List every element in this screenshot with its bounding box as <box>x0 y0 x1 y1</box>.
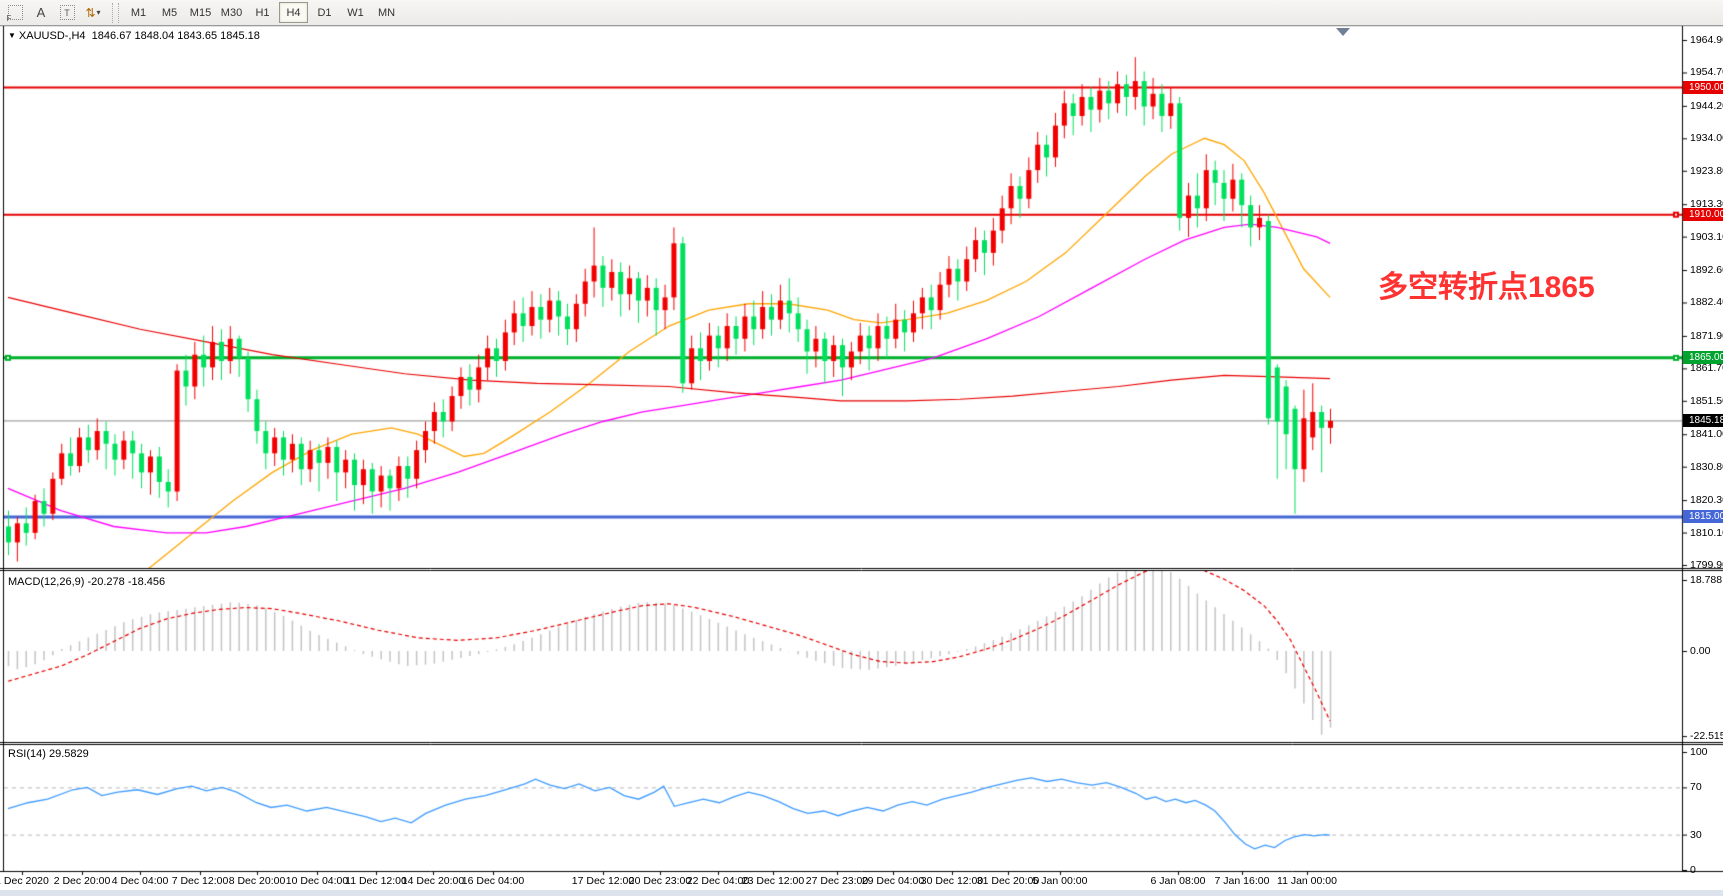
rsi-tick-label: 0 <box>1690 864 1696 876</box>
time-tick-label: 11 Dec 12:00 <box>345 875 407 887</box>
price-tick-label: 1882.40 <box>1690 296 1723 308</box>
price-tag-1815.00: 1815.00 <box>1683 510 1723 523</box>
chart-text-annotation[interactable]: 多空转折点1865 <box>1378 262 1595 306</box>
ohlc-values: 1846.67 1848.04 1843.65 1845.18 <box>92 30 260 42</box>
text-a-icon[interactable]: A <box>30 3 52 23</box>
macd-tick-label: -22.515 <box>1690 730 1723 742</box>
timeframe-button-m5[interactable]: M5 <box>155 2 184 23</box>
price-tick-label: 1944.20 <box>1690 100 1723 112</box>
time-tick-label: 22 Dec 04:00 <box>687 875 749 887</box>
time-tick-label: 11 Jan 00:00 <box>1277 875 1337 887</box>
time-tick-label: 29 Dec 04:00 <box>862 875 924 887</box>
macd-tick-label: 18.788 <box>1690 574 1722 586</box>
price-tick-label: 1871.90 <box>1690 330 1723 342</box>
time-tick-label: 5 Jan 00:00 <box>1033 875 1088 887</box>
price-tick-label: 1799.90 <box>1690 559 1723 571</box>
macd-panel-title: MACD(12,26,9) -20.278 -18.456 <box>8 576 165 588</box>
time-tick-label: 31 Dec 20:00 <box>977 875 1039 887</box>
time-tick-label: 8 Dec 20:00 <box>229 875 286 887</box>
price-tag-1865.00: 1865.00 <box>1683 351 1723 364</box>
window-bottom-edge <box>0 890 1723 896</box>
rsi-tick-label: 100 <box>1690 746 1708 758</box>
chart-shift-marker-icon[interactable] <box>1336 28 1350 36</box>
price-tick-label: 1903.10 <box>1690 231 1723 243</box>
time-tick-label: 16 Dec 04:00 <box>462 875 524 887</box>
timeframe-button-m30[interactable]: M30 <box>217 2 246 23</box>
toolbar: F A T ⇅ ▾ M1M5M15M30H1H4D1W1MN <box>0 0 1723 26</box>
price-tick-label: 1841.00 <box>1690 428 1723 440</box>
grid-f-icon[interactable]: F <box>4 3 26 23</box>
timeframe-button-m1[interactable]: M1 <box>124 2 153 23</box>
symbol-name: XAUUSD-,H4 <box>19 30 86 42</box>
symbol-ohlc-line[interactable]: ▼XAUUSD-,H4 1846.67 1848.04 1843.65 1845… <box>8 30 260 42</box>
price-tag-1845.18: 1845.18 <box>1683 414 1723 427</box>
price-tag-1910.00: 1910.00 <box>1683 208 1723 221</box>
price-tick-label: 1810.10 <box>1690 527 1723 539</box>
time-tick-label: 20 Dec 23:00 <box>629 875 691 887</box>
time-tick-label: 30 Dec 12:00 <box>921 875 983 887</box>
price-tick-label: 1892.60 <box>1690 264 1723 276</box>
time-tick-label: 2 Dec 20:00 <box>54 875 111 887</box>
macd-tick-label: 0.00 <box>1690 645 1710 657</box>
price-tick-label: 1830.80 <box>1690 461 1723 473</box>
timeframe-button-d1[interactable]: D1 <box>310 2 339 23</box>
price-tick-label: 1820.30 <box>1690 494 1723 506</box>
time-tick-label: 4 Dec 04:00 <box>112 875 169 887</box>
time-tick-label: 1 Dec 2020 <box>0 875 49 887</box>
price-tick-label: 1851.50 <box>1690 395 1723 407</box>
time-tick-label: 17 Dec 12:00 <box>572 875 634 887</box>
timeframe-button-w1[interactable]: W1 <box>341 2 370 23</box>
timeframe-button-m15[interactable]: M15 <box>186 2 215 23</box>
timeframe-button-group: M1M5M15M30H1H4D1W1MN <box>123 2 402 23</box>
time-tick-label: 27 Dec 23:00 <box>806 875 868 887</box>
time-tick-label: 7 Dec 12:00 <box>172 875 229 887</box>
timeframe-button-mn[interactable]: MN <box>372 2 401 23</box>
toolbar-separator <box>112 3 119 23</box>
price-tick-label: 1954.70 <box>1690 66 1723 78</box>
text-label-icon[interactable]: T <box>56 3 78 23</box>
rsi-tick-label: 70 <box>1690 781 1702 793</box>
rsi-tick-label: 30 <box>1690 829 1702 841</box>
timeframe-button-h1[interactable]: H1 <box>248 2 277 23</box>
price-tick-label: 1923.80 <box>1690 165 1723 177</box>
timeframe-button-h4[interactable]: H4 <box>279 2 308 23</box>
rsi-panel-title: RSI(14) 29.5829 <box>8 748 89 760</box>
arrow-tools-icon[interactable]: ⇅ ▾ <box>82 3 104 23</box>
time-tick-label: 7 Jan 16:00 <box>1215 875 1270 887</box>
price-tick-label: 1934.00 <box>1690 132 1723 144</box>
time-tick-label: 10 Dec 04:00 <box>286 875 348 887</box>
price-tag-1950.00: 1950.00 <box>1683 81 1723 94</box>
price-tick-label: 1964.90 <box>1690 34 1723 46</box>
symbol-dropdown-icon[interactable]: ▼ <box>8 31 16 40</box>
time-tick-label: 23 Dec 12:00 <box>742 875 804 887</box>
mt4-chart-window: F A T ⇅ ▾ M1M5M15M30H1H4D1W1MN ▼XAUUSD-,… <box>0 0 1723 896</box>
chart-canvas[interactable] <box>0 0 1723 896</box>
time-tick-label: 6 Jan 08:00 <box>1151 875 1206 887</box>
dropdown-caret-icon[interactable]: ▾ <box>97 8 101 17</box>
time-tick-label: 14 Dec 20:00 <box>402 875 464 887</box>
